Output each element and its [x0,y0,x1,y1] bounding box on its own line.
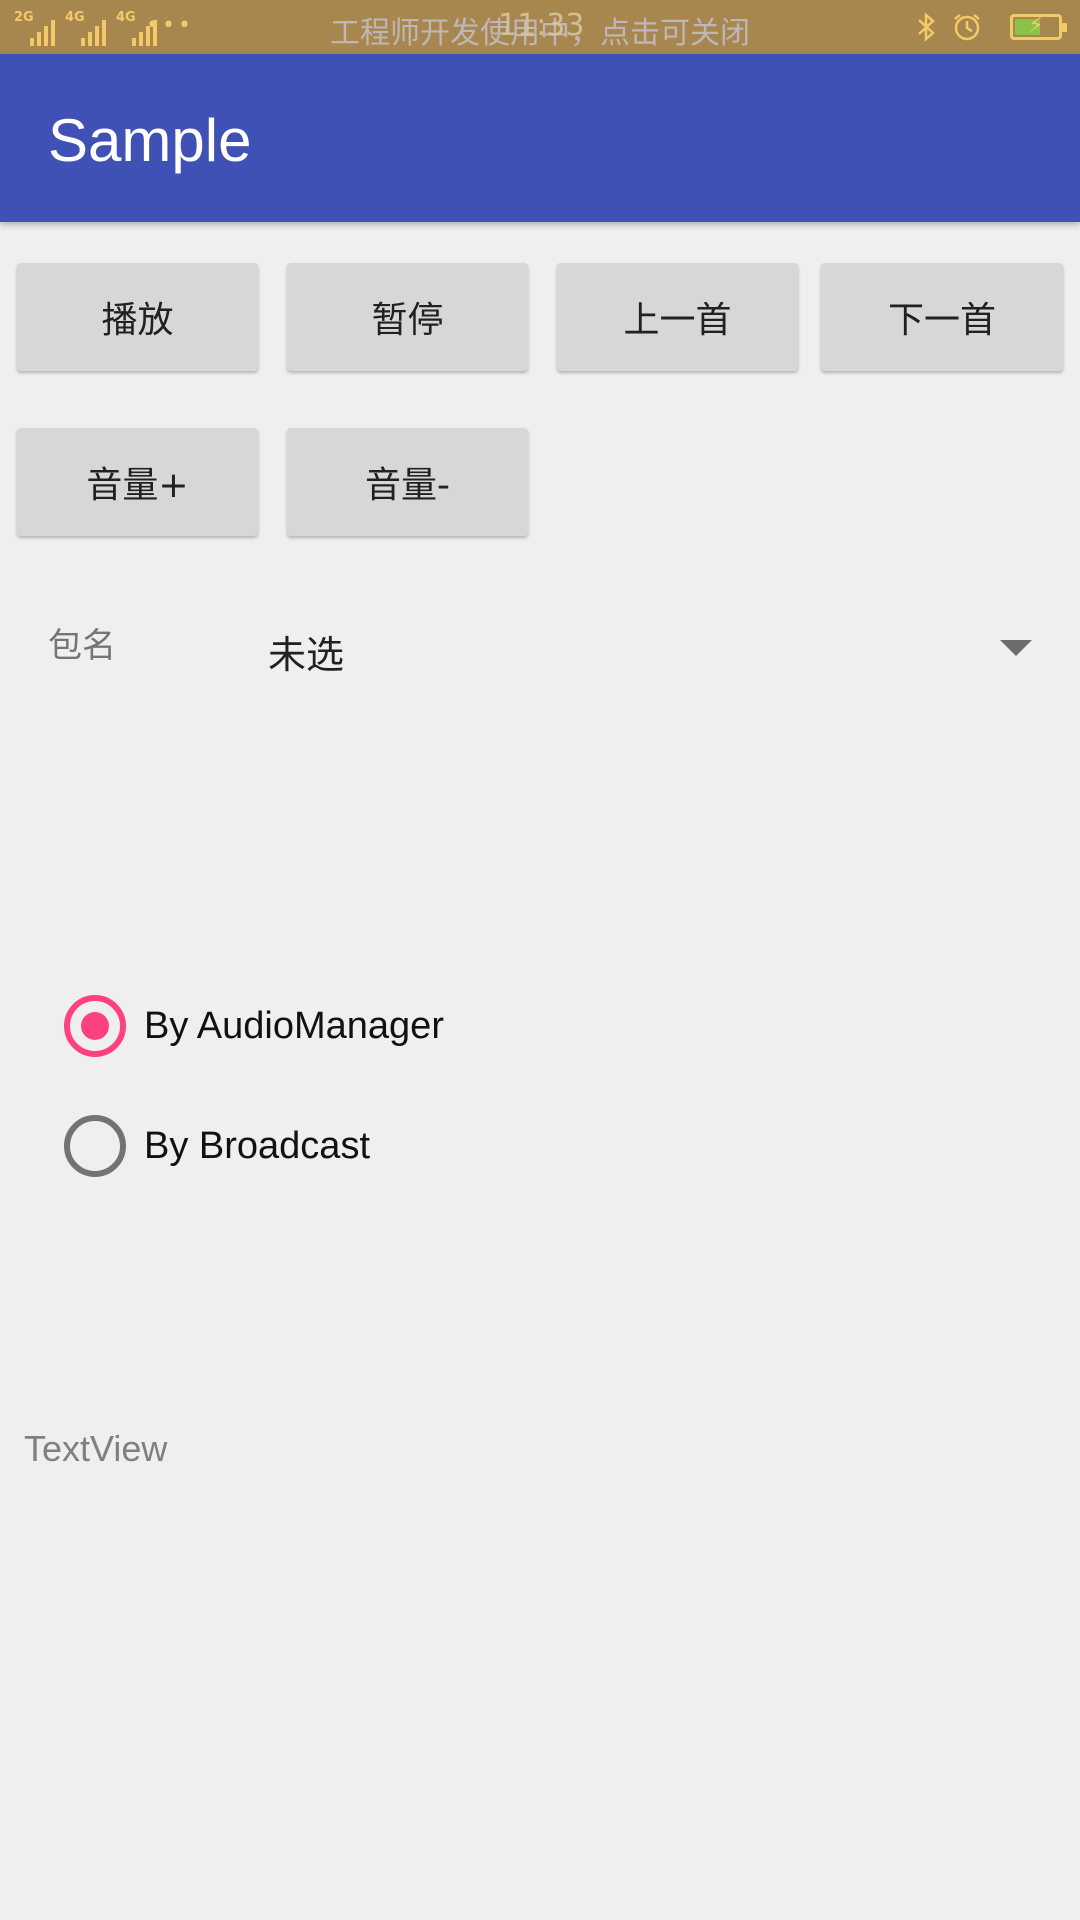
app-bar: Sample [0,54,1080,222]
app-title: Sample [48,107,252,174]
package-selected-value: 未选 [268,633,345,677]
alarm-icon [952,12,982,42]
output-textview: TextView [24,1428,168,1469]
status-bar[interactable]: 2G 4G 4G ••• 工程师开发使用中，点击可关闭 11:33 ⚡ [0,0,1080,54]
previous-track-button[interactable]: 上一首 [557,263,798,371]
volume-up-button[interactable]: 音量+ [17,428,258,536]
package-label: 包名 [48,626,116,666]
pause-button[interactable]: 暂停 [287,263,528,371]
radio-audiomanager-label: By AudioManager [144,1004,444,1047]
next-track-button[interactable]: 下一首 [821,263,1063,371]
volume-down-button[interactable]: 音量- [287,428,528,536]
radio-checked-icon [64,995,126,1057]
dropdown-arrow-icon [1000,640,1032,656]
status-icons: ⚡ [916,10,1067,44]
radio-broadcast-label: By Broadcast [144,1124,370,1167]
status-time: 11:33 [498,8,585,43]
radio-audiomanager[interactable]: By AudioManager [64,991,444,1061]
screen: 2G 4G 4G ••• 工程师开发使用中，点击可关闭 11:33 ⚡ Samp… [0,0,1080,1920]
bluetooth-icon [916,12,938,42]
radio-unchecked-icon [64,1115,126,1177]
battery-icon: ⚡ [1010,13,1067,40]
package-spinner[interactable]: 未选 [250,604,1050,690]
play-button[interactable]: 播放 [17,263,258,371]
radio-broadcast[interactable]: By Broadcast [64,1111,370,1181]
